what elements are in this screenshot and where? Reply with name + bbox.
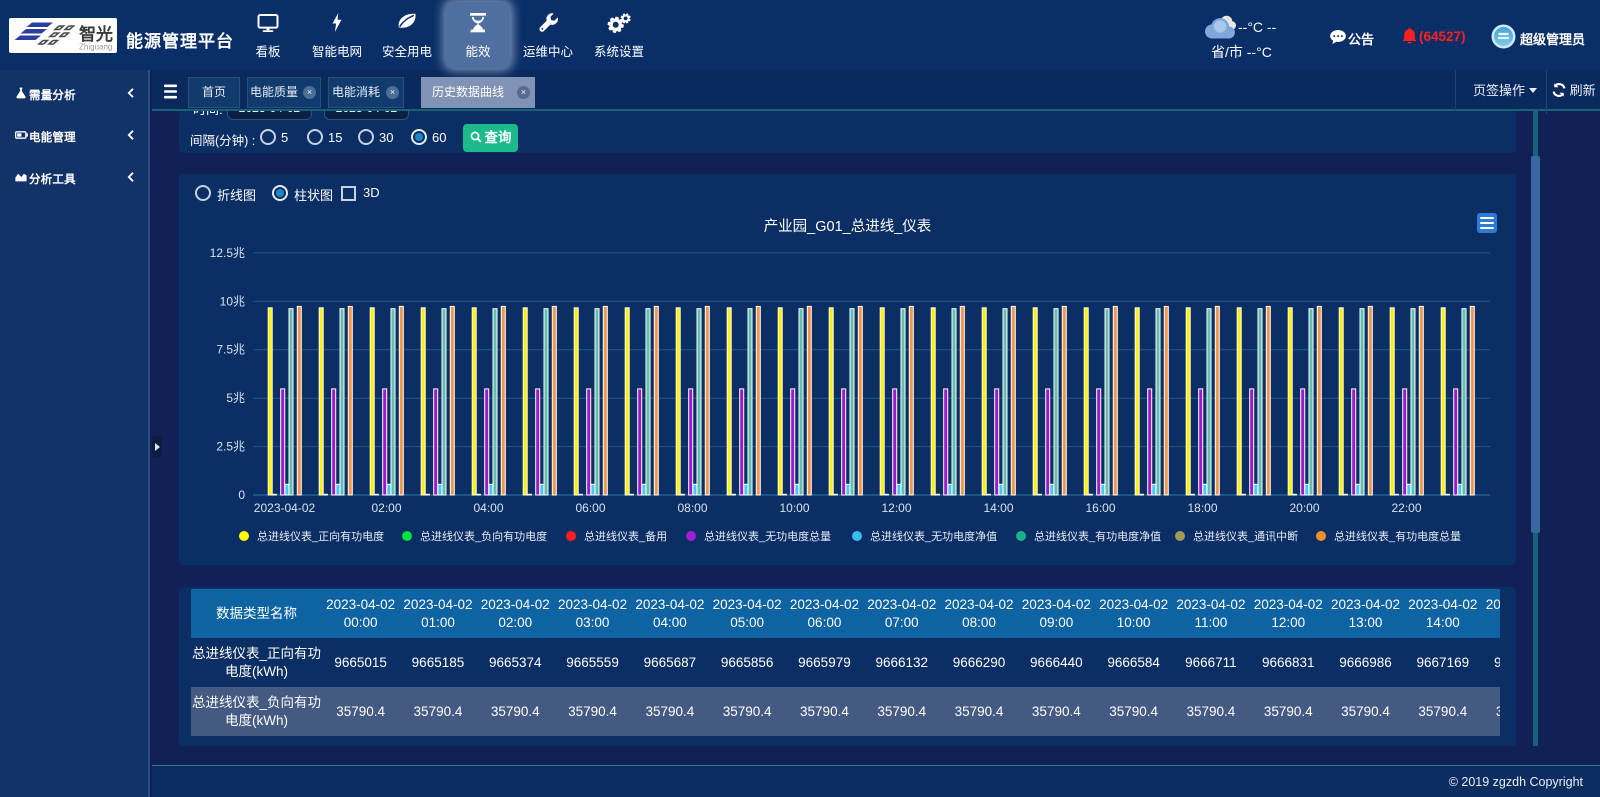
svg-text:12:00: 12:00 bbox=[881, 501, 911, 515]
svg-text:Zhiguang: Zhiguang bbox=[79, 43, 112, 52]
svg-text:7.5兆: 7.5兆 bbox=[216, 343, 245, 357]
svg-text:06:00: 06:00 bbox=[575, 501, 605, 515]
svg-text:5兆: 5兆 bbox=[226, 391, 245, 405]
svg-text:04:00: 04:00 bbox=[473, 501, 503, 515]
svg-text:2.5兆: 2.5兆 bbox=[216, 440, 245, 454]
svg-text:08:00: 08:00 bbox=[677, 501, 707, 515]
svg-text:20:00: 20:00 bbox=[1289, 501, 1319, 515]
svg-text:10兆: 10兆 bbox=[220, 294, 245, 308]
svg-text:智光: 智光 bbox=[79, 24, 113, 44]
svg-text:18:00: 18:00 bbox=[1187, 501, 1217, 515]
svg-text:02:00: 02:00 bbox=[371, 501, 401, 515]
svg-text:22:00: 22:00 bbox=[1391, 501, 1421, 515]
svg-text:12.5兆: 12.5兆 bbox=[210, 246, 245, 260]
svg-text:10:00: 10:00 bbox=[779, 501, 809, 515]
svg-text:14:00: 14:00 bbox=[983, 501, 1013, 515]
svg-text:16:00: 16:00 bbox=[1085, 501, 1115, 515]
svg-text:2023-04-02: 2023-04-02 bbox=[254, 501, 316, 515]
svg-text:0: 0 bbox=[238, 488, 245, 502]
